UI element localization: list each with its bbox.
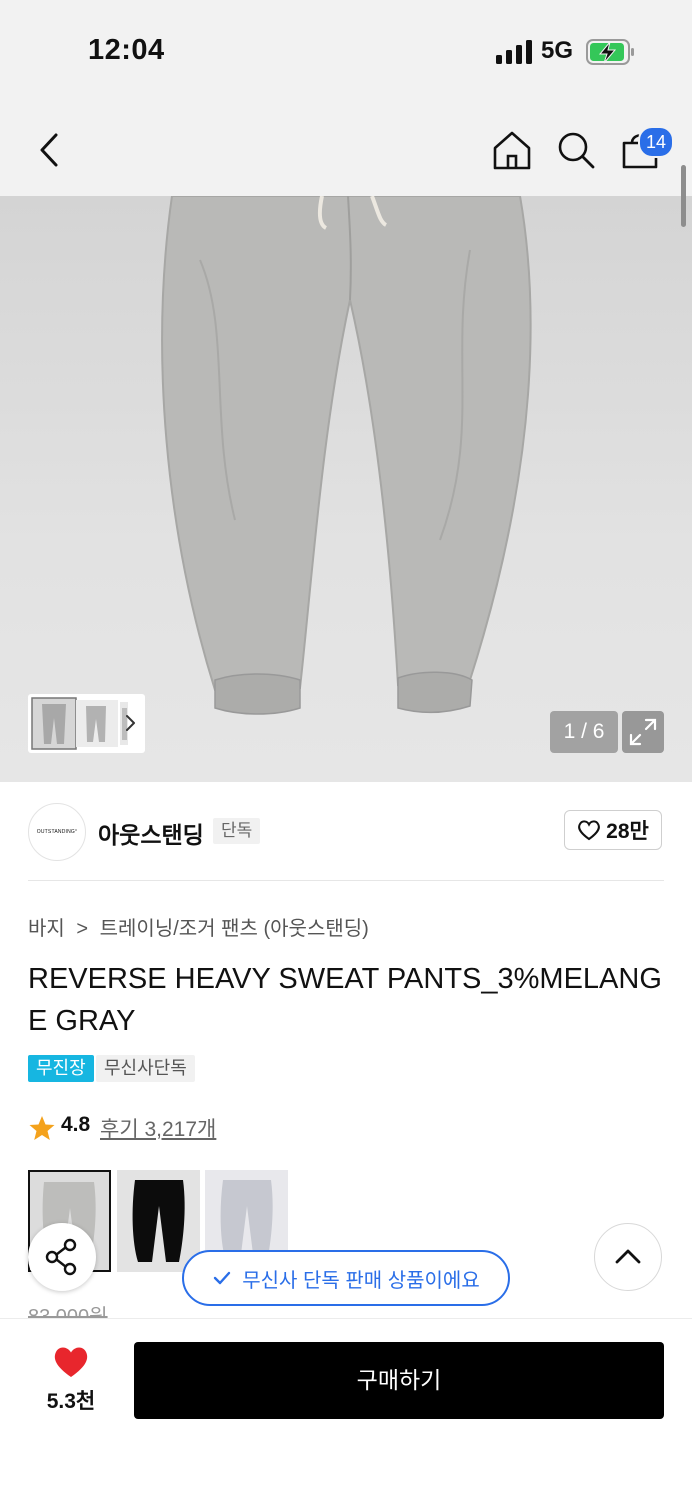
review-count-link[interactable]: 후기 3,217개 [100, 1113, 216, 1143]
expand-icon[interactable] [622, 711, 664, 753]
heart-outline-icon [578, 820, 600, 841]
breadcrumb-category[interactable]: 바지 [28, 918, 65, 940]
home-icon[interactable] [490, 128, 534, 172]
brand-name[interactable]: 아웃스탠딩 [98, 816, 204, 850]
color-swatch-black[interactable] [117, 1170, 200, 1272]
breadcrumb: 바지 > 트레이닝/조거 팬츠 (아웃스탠딩) [28, 912, 369, 941]
status-time: 12:04 [88, 34, 165, 66]
badge-mujinjang: 무진장 [28, 1055, 94, 1082]
exclusive-notice-text: 무신사 단독 판매 상품이에요 [242, 1269, 480, 1292]
share-button[interactable] [28, 1223, 96, 1291]
breadcrumb-subcategory[interactable]: 트레이닝/조거 팬츠 (아웃스탠딩) [100, 918, 369, 940]
rating-score: 4.8 [61, 1113, 91, 1136]
scroll-top-button[interactable] [594, 1223, 662, 1291]
back-arrow-icon[interactable] [28, 128, 72, 172]
search-icon[interactable] [554, 128, 598, 172]
network-label: 5G [541, 37, 574, 64]
signal-icon [496, 40, 532, 64]
thumbnail-strip[interactable] [28, 694, 145, 753]
brand-like-button[interactable]: 28만 [564, 810, 662, 850]
star-icon [29, 1116, 55, 1140]
brand-like-count: 28만 [606, 820, 649, 843]
badge-musinsa-exclusive: 무신사단독 [96, 1055, 195, 1082]
heart-filled-icon[interactable] [52, 1345, 90, 1379]
brand-logo[interactable]: OUTSTANDING° [28, 803, 86, 861]
chevron-up-icon [615, 1249, 641, 1264]
exclusive-notice-pill: 무신사 단독 판매 상품이에요 [182, 1250, 510, 1306]
product-like-count: 5.3천 [46, 1390, 96, 1413]
buy-button[interactable]: 구매하기 [134, 1342, 664, 1419]
breadcrumb-separator: > [76, 918, 89, 940]
cart-count-badge: 14 [638, 126, 674, 158]
battery-charging-icon [586, 39, 634, 65]
page-scrollbar[interactable] [681, 165, 686, 227]
divider [28, 880, 664, 881]
product-title: REVERSE HEAVY SWEAT PANTS_3%MELANGE GRAY [28, 963, 662, 1037]
share-icon [45, 1238, 77, 1276]
checkmark-icon [214, 1271, 231, 1285]
brand-exclusive-tag: 단독 [213, 818, 261, 844]
image-counter: 1 / 6 [550, 711, 618, 753]
